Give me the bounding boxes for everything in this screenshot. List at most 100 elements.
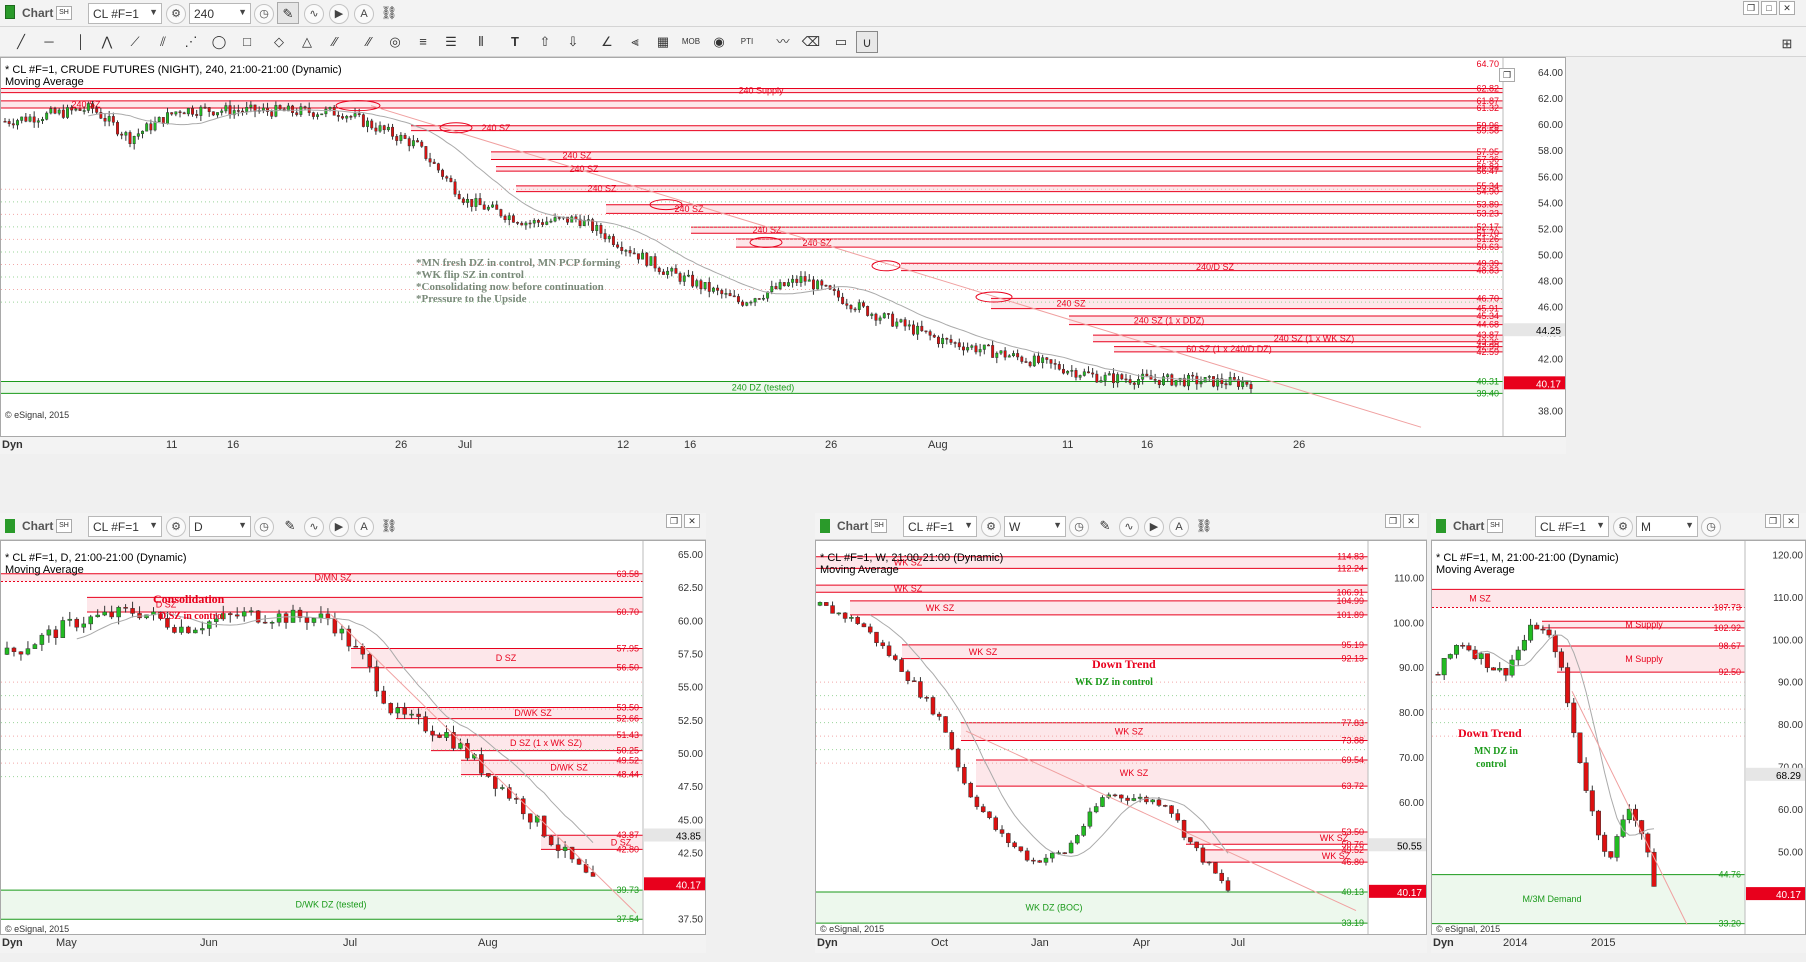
link-chain-icon[interactable]: ⛓ (378, 515, 400, 537)
study-label[interactable]: Moving Average (5, 76, 84, 88)
y-tick-label: 64.00 (1538, 68, 1563, 79)
link-icon[interactable]: SH (56, 6, 72, 20)
rectangle-tool-icon[interactable]: □ (236, 31, 258, 53)
cycle-tool-icon[interactable]: ◎ (384, 31, 406, 53)
close-button[interactable]: ✕ (1779, 1, 1795, 15)
study-icon[interactable]: ∿ (304, 4, 324, 24)
candle-body (36, 120, 40, 123)
comment-tool-icon[interactable]: ▭ (830, 31, 852, 53)
vertical-line-icon[interactable]: │ (70, 31, 92, 53)
wave-tool-icon[interactable]: 〰 (772, 31, 794, 53)
panel-menu-button[interactable]: ❐ (1499, 68, 1515, 82)
link-icon[interactable]: SH (871, 519, 887, 533)
interval-select[interactable]: W ▼ (1004, 516, 1066, 537)
candle-body (78, 108, 82, 111)
play-icon[interactable]: ▶ (329, 517, 349, 537)
mob-tool-icon[interactable]: MOB (680, 31, 702, 53)
gear-icon[interactable]: ⚙ (166, 4, 186, 24)
gear-icon[interactable]: ⚙ (166, 517, 186, 537)
study-label[interactable]: Moving Average (820, 564, 899, 576)
study-label[interactable]: Moving Average (5, 564, 84, 576)
fib-ext-icon[interactable]: ☰ (440, 31, 462, 53)
y-tick-label: 60.00 (678, 616, 703, 627)
clock-icon[interactable]: ◷ (254, 4, 274, 24)
study-label[interactable]: Moving Average (1436, 564, 1515, 576)
symbol-select[interactable]: CL #F=1 ▼ (903, 516, 977, 537)
candle-body (353, 113, 357, 117)
magnet-icon[interactable]: ∪ (856, 31, 878, 53)
zone-label: 240/D SZ (1196, 262, 1235, 272)
symbol-select[interactable]: CL #F=1 ▼ (88, 516, 162, 537)
play-icon[interactable]: ▶ (329, 4, 349, 24)
gear-icon[interactable]: ⚙ (1613, 517, 1633, 537)
chart-panel-240[interactable]: 240 Supply 240 SZ 240 SZ 240 SZ 240 SZ 240 SZ… (0, 57, 1566, 437)
restore-button[interactable]: ❐ (666, 514, 682, 528)
study-icon[interactable]: ∿ (1119, 517, 1139, 537)
interval-select[interactable]: D ▼ (189, 516, 251, 537)
candle-body (1093, 806, 1099, 813)
text-tool-icon[interactable]: T (504, 31, 526, 53)
draw-eraser-icon[interactable]: ⌫ (800, 31, 822, 53)
pitchfork-icon[interactable]: ⫷ (624, 31, 646, 53)
grid-tool-icon[interactable]: ▦ (652, 31, 674, 53)
symbol-select[interactable]: CL #F=1 ▼ (1535, 516, 1609, 537)
clock-icon[interactable]: ◷ (1069, 517, 1089, 537)
gear-icon[interactable]: ⚙ (981, 517, 1001, 537)
candle-body (516, 222, 520, 224)
close-button[interactable]: ✕ (1403, 514, 1419, 528)
candle-body (541, 222, 545, 225)
restore-button[interactable]: ❐ (1385, 514, 1401, 528)
chart-panel-daily[interactable]: D/MN SZ D SZ D SZ D/WK SZ D SZ (1 x WK SZ) D/… (0, 540, 706, 935)
chart-panel-weekly[interactable]: WK SZ WK SZ WK SZ WK SZ WK SZ WK SZ WK SZ WK SZ… (815, 540, 1427, 935)
fan-tool-icon[interactable]: ⟋ (124, 31, 146, 53)
restore-button[interactable]: ❐ (1765, 514, 1781, 528)
horizontal-line-icon[interactable]: ─ (38, 31, 60, 53)
arrow-up-icon[interactable]: ⇧ (534, 31, 556, 53)
fib-tool-icon[interactable]: ≡ (412, 31, 434, 53)
study-icon[interactable]: ∿ (304, 517, 324, 537)
bars-tool-icon[interactable]: ⦀ (470, 31, 492, 53)
candle-body (32, 644, 38, 649)
candle-body (1484, 653, 1490, 668)
interval-select[interactable]: 240 ▼ (189, 3, 251, 24)
gann-tool-icon[interactable]: ⋰ (180, 31, 202, 53)
candle-body (920, 325, 924, 332)
pencil-icon[interactable]: ✎ (279, 515, 301, 537)
pencil-icon[interactable]: ✎ (277, 2, 299, 24)
angle-tool-icon[interactable]: ∠ (596, 31, 618, 53)
play-icon[interactable]: ▶ (1144, 517, 1164, 537)
pti-tool-icon[interactable]: PTI (736, 31, 758, 53)
eraser-tool-icon[interactable]: ◇ (268, 31, 290, 53)
link-chain-icon[interactable]: ⛓ (378, 2, 400, 24)
alert-icon[interactable]: A (354, 4, 374, 24)
restore-button[interactable]: ❐ (1743, 1, 1759, 15)
line-tool-icon[interactable]: ╱ (10, 31, 32, 53)
close-button[interactable]: ✕ (684, 514, 700, 528)
pencil-icon[interactable]: ✎ (1094, 515, 1116, 537)
candle-body (432, 161, 436, 164)
clock-icon[interactable]: ◷ (254, 517, 274, 537)
interval-select[interactable]: M ▼ (1636, 516, 1698, 537)
link-chain-icon[interactable]: ⛓ (1193, 515, 1215, 537)
close-button[interactable]: ✕ (1783, 514, 1799, 528)
alert-icon[interactable]: A (1169, 517, 1189, 537)
link-icon[interactable]: SH (1487, 519, 1503, 533)
ellipse-tool-icon[interactable]: ◯ (208, 31, 230, 53)
chart-panel-monthly[interactable]: M SZ M Supply M Supply M/3M Demand 120.00 110… (1431, 540, 1806, 935)
eye-tool-icon[interactable]: ◉ (708, 31, 730, 53)
maximize-button[interactable]: □ (1761, 1, 1777, 15)
channel-tool-icon[interactable]: ⫽ (152, 31, 174, 53)
clock-icon[interactable]: ◷ (1701, 517, 1721, 537)
settings-toolbar-icon[interactable]: ⊞ (1776, 33, 1798, 55)
link-icon[interactable]: SH (56, 519, 72, 533)
brush-tool-icon[interactable]: ⁄⁄ (324, 31, 346, 53)
arrow-down-icon[interactable]: ⇩ (562, 31, 584, 53)
symbol-select[interactable]: CL #F=1 ▼ (88, 3, 162, 24)
candle-body (632, 252, 636, 255)
triangle-tool-icon[interactable]: △ (296, 31, 318, 53)
zigzag-tool-icon[interactable]: ⋀ (96, 31, 118, 53)
candle-body (32, 116, 36, 123)
candle-body (841, 296, 845, 304)
alert-icon[interactable]: A (354, 517, 374, 537)
parallel-tool-icon[interactable]: ∕∕ (358, 31, 380, 53)
